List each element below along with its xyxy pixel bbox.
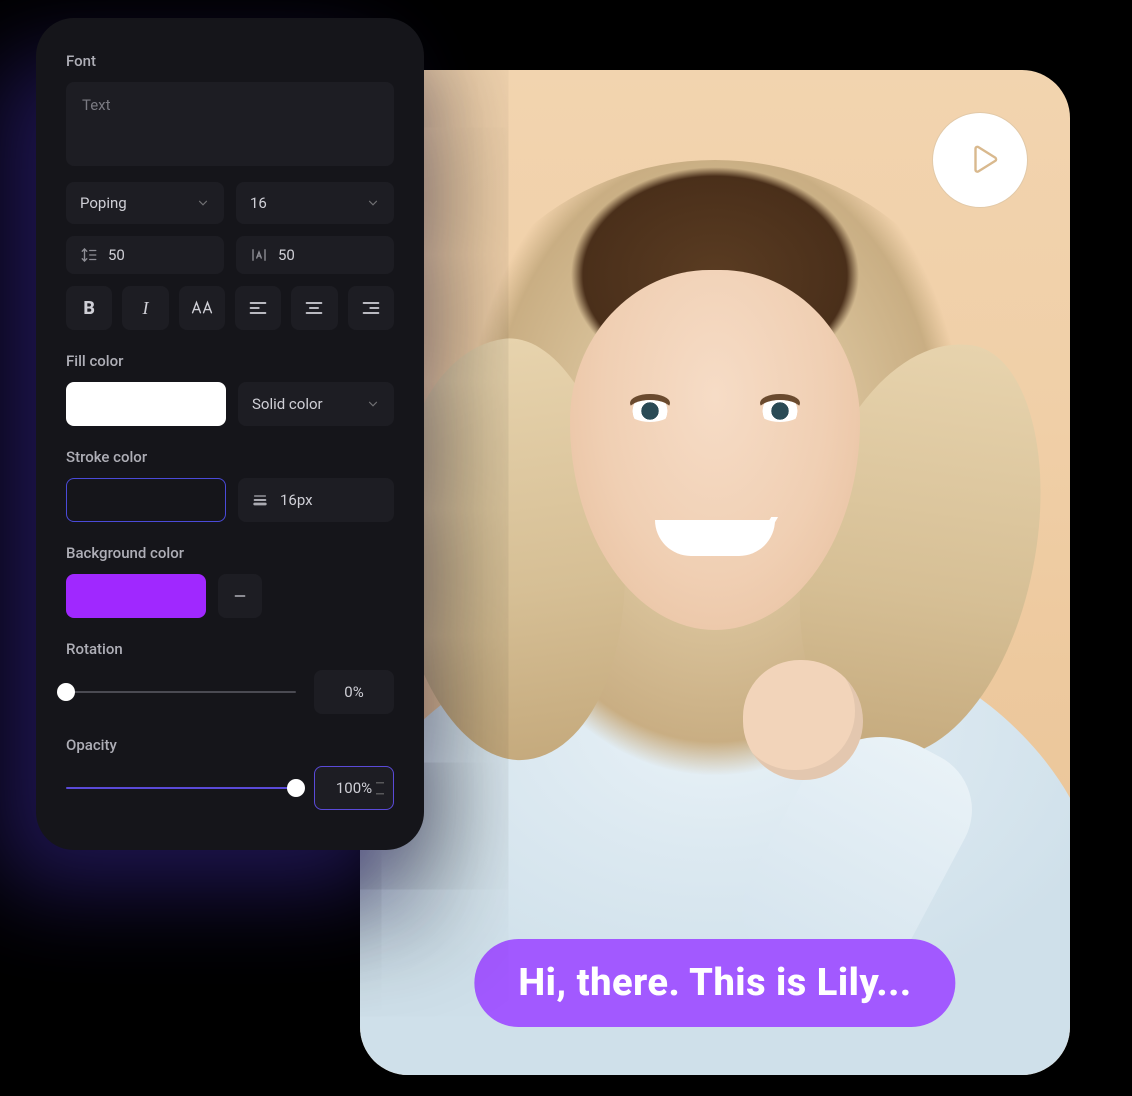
line-height-value[interactable] [108, 246, 210, 264]
align-right-icon [361, 300, 381, 316]
background-color-swatch[interactable] [66, 574, 206, 618]
minus-icon [232, 588, 248, 604]
font-family-select[interactable]: Poping [66, 182, 224, 224]
line-height-icon [80, 246, 98, 264]
stroke-color-label: Stroke color [66, 448, 394, 466]
text-case-button[interactable] [179, 286, 225, 330]
stroke-color-section: Stroke color 16px [66, 448, 394, 522]
chevron-down-icon [366, 397, 380, 411]
bold-button[interactable]: B [66, 286, 112, 330]
italic-button[interactable]: I [122, 286, 168, 330]
align-left-button[interactable] [235, 286, 281, 330]
font-label: Font [66, 52, 394, 70]
letter-spacing-input[interactable] [236, 236, 394, 274]
align-right-button[interactable] [348, 286, 394, 330]
photo-hand [743, 660, 863, 780]
rotation-value[interactable]: 0% [314, 670, 394, 714]
letter-spacing-icon [250, 246, 268, 264]
chevron-down-icon [196, 196, 210, 210]
stroke-width-value: 16px [280, 491, 313, 509]
remove-background-button[interactable] [218, 574, 262, 618]
text-style-panel: Font Poping 16 [36, 18, 424, 850]
photo-smile [645, 488, 785, 552]
align-center-button[interactable] [291, 286, 337, 330]
background-color-label: Background color [66, 544, 394, 562]
stroke-width-icon [252, 492, 268, 508]
fill-mode-select[interactable]: Solid color [238, 382, 394, 426]
opacity-value[interactable]: 100% [314, 766, 394, 810]
font-family-value: Poping [80, 194, 127, 212]
bold-icon: B [83, 298, 95, 319]
background-color-section: Background color [66, 544, 394, 618]
rotation-slider[interactable] [66, 678, 296, 706]
video-preview-card: Hi, there. This is Lily... [360, 70, 1070, 1075]
font-size-value: 16 [250, 194, 267, 212]
text-case-icon [191, 299, 213, 317]
fill-mode-value: Solid color [252, 395, 323, 413]
opacity-slider[interactable] [66, 774, 296, 802]
italic-icon: I [142, 298, 148, 319]
fill-color-swatch[interactable] [66, 382, 226, 426]
caption-pill: Hi, there. This is Lily... [474, 939, 955, 1027]
fill-color-section: Fill color Solid color [66, 352, 394, 426]
chevron-down-icon [366, 196, 380, 210]
align-left-icon [248, 300, 268, 316]
letter-spacing-value[interactable] [278, 246, 380, 264]
font-section: Font Poping 16 [66, 52, 394, 330]
stroke-color-swatch[interactable] [66, 478, 226, 522]
line-height-input[interactable] [66, 236, 224, 274]
text-content-input[interactable] [66, 82, 394, 166]
preview-photo [360, 70, 1070, 1075]
opacity-label: Opacity [66, 736, 394, 754]
opacity-section: Opacity 100% [66, 736, 394, 810]
rotation-section: Rotation 0% [66, 640, 394, 714]
fill-color-label: Fill color [66, 352, 394, 370]
font-size-select[interactable]: 16 [236, 182, 394, 224]
play-button[interactable] [932, 112, 1028, 208]
rotation-label: Rotation [66, 640, 394, 658]
align-center-icon [304, 300, 324, 316]
caption-text: Hi, there. This is Lily... [518, 961, 911, 1005]
stroke-width-input[interactable]: 16px [238, 478, 394, 522]
play-icon [960, 142, 1001, 178]
